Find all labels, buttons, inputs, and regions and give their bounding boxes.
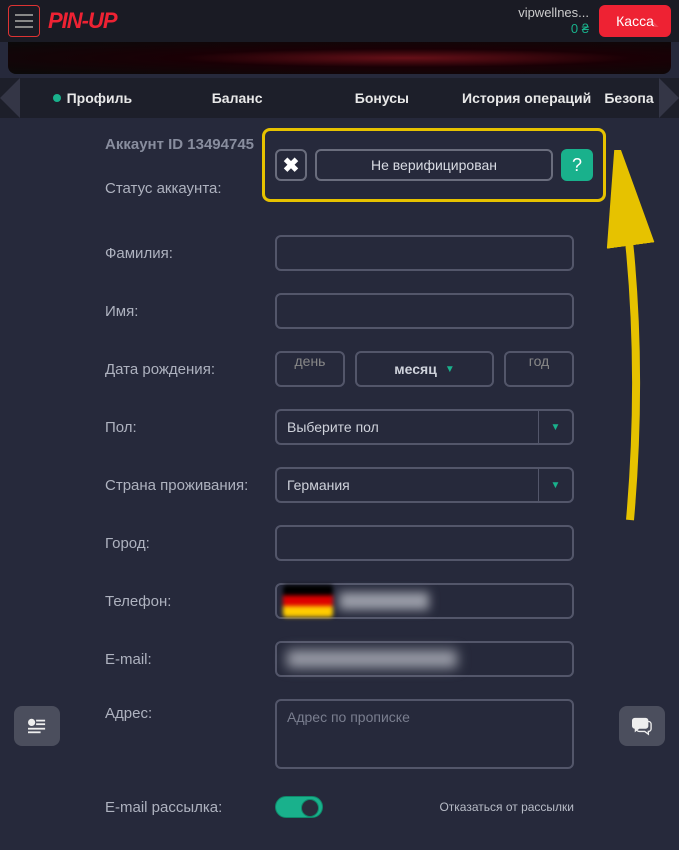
chevron-down-icon: ▼ (445, 364, 455, 375)
app-header: PIN-UP vipwellnes... 0 ₴ Касса (0, 0, 679, 42)
tab-balance[interactable]: Баланс (165, 90, 310, 106)
email-input[interactable] (275, 641, 574, 677)
status-label: Статус аккаунта: (105, 180, 275, 197)
not-verified-x-icon: ✖ (275, 149, 307, 181)
status-help-button[interactable]: ? (561, 149, 593, 181)
surname-input[interactable] (275, 235, 574, 271)
feedback-icon (26, 717, 48, 735)
chat-button[interactable] (619, 706, 665, 746)
unsubscribe-link[interactable]: Отказаться от рассылки (439, 800, 574, 814)
user-balance-block[interactable]: vipwellnes... 0 ₴ (518, 5, 589, 36)
country-label: Страна проживания: (105, 477, 275, 494)
dob-day-select[interactable]: день (275, 351, 345, 387)
kassa-button[interactable]: Касса (599, 5, 671, 37)
firstname-label: Имя: (105, 303, 275, 320)
support-feedback-button[interactable] (14, 706, 60, 746)
dob-month-label: месяц (394, 361, 437, 377)
tab-label: Баланс (212, 90, 263, 106)
maillist-label: E-mail рассылка: (105, 799, 275, 816)
tab-bonuses[interactable]: Бонусы (310, 90, 455, 106)
active-dot-icon (53, 94, 61, 102)
country-select[interactable]: Германия (275, 467, 538, 503)
gender-select[interactable]: Выберите пол (275, 409, 538, 445)
tabs-scroll-right[interactable] (659, 78, 679, 118)
tab-label: Безопа (604, 90, 653, 106)
firstname-input[interactable] (275, 293, 574, 329)
city-input[interactable] (275, 525, 574, 561)
tab-label: Бонусы (355, 90, 409, 106)
brand-logo: PIN-UP (48, 8, 117, 34)
tab-label: История операций (462, 90, 591, 106)
user-name: vipwellnes... (518, 5, 589, 21)
tab-security[interactable]: Безопа (599, 90, 659, 106)
phone-input[interactable] (275, 583, 574, 619)
chat-icon (631, 716, 653, 736)
promo-banner (8, 42, 671, 74)
address-textarea[interactable] (275, 699, 574, 769)
email-redacted (287, 650, 457, 668)
email-label: E-mail: (105, 651, 275, 668)
tabs-scroll-left[interactable] (0, 78, 20, 118)
dob-month-select[interactable]: месяц ▼ (355, 351, 494, 387)
country-caret[interactable]: ▼ (538, 467, 574, 503)
profile-form: Аккаунт ID 13494745 Статус аккаунта: Фам… (0, 118, 679, 850)
tab-history[interactable]: История операций (454, 90, 599, 106)
gender-caret[interactable]: ▼ (538, 409, 574, 445)
status-value: Не верифицирован (315, 149, 553, 181)
dob-label: Дата рождения: (105, 361, 275, 378)
menu-hamburger-button[interactable] (8, 5, 40, 37)
city-label: Город: (105, 535, 275, 552)
flag-de-icon (283, 585, 333, 617)
email-subscribe-toggle[interactable] (275, 796, 323, 818)
highlight-arrow-icon (605, 150, 655, 530)
dob-year-select[interactable]: год (504, 351, 574, 387)
tab-profile[interactable]: Профиль (20, 90, 165, 106)
header-right: vipwellnes... 0 ₴ Касса (518, 5, 671, 37)
phone-label: Телефон: (105, 593, 275, 610)
user-balance: 0 ₴ (518, 21, 589, 37)
tab-label: Профиль (67, 90, 133, 106)
nav-tabs: Профиль Баланс Бонусы История операций Б… (0, 78, 679, 118)
address-label: Адрес: (105, 699, 275, 722)
phone-redacted (339, 592, 429, 610)
surname-label: Фамилия: (105, 245, 275, 262)
gender-label: Пол: (105, 419, 275, 436)
status-highlight-box: ✖ Не верифицирован ? (262, 128, 606, 202)
